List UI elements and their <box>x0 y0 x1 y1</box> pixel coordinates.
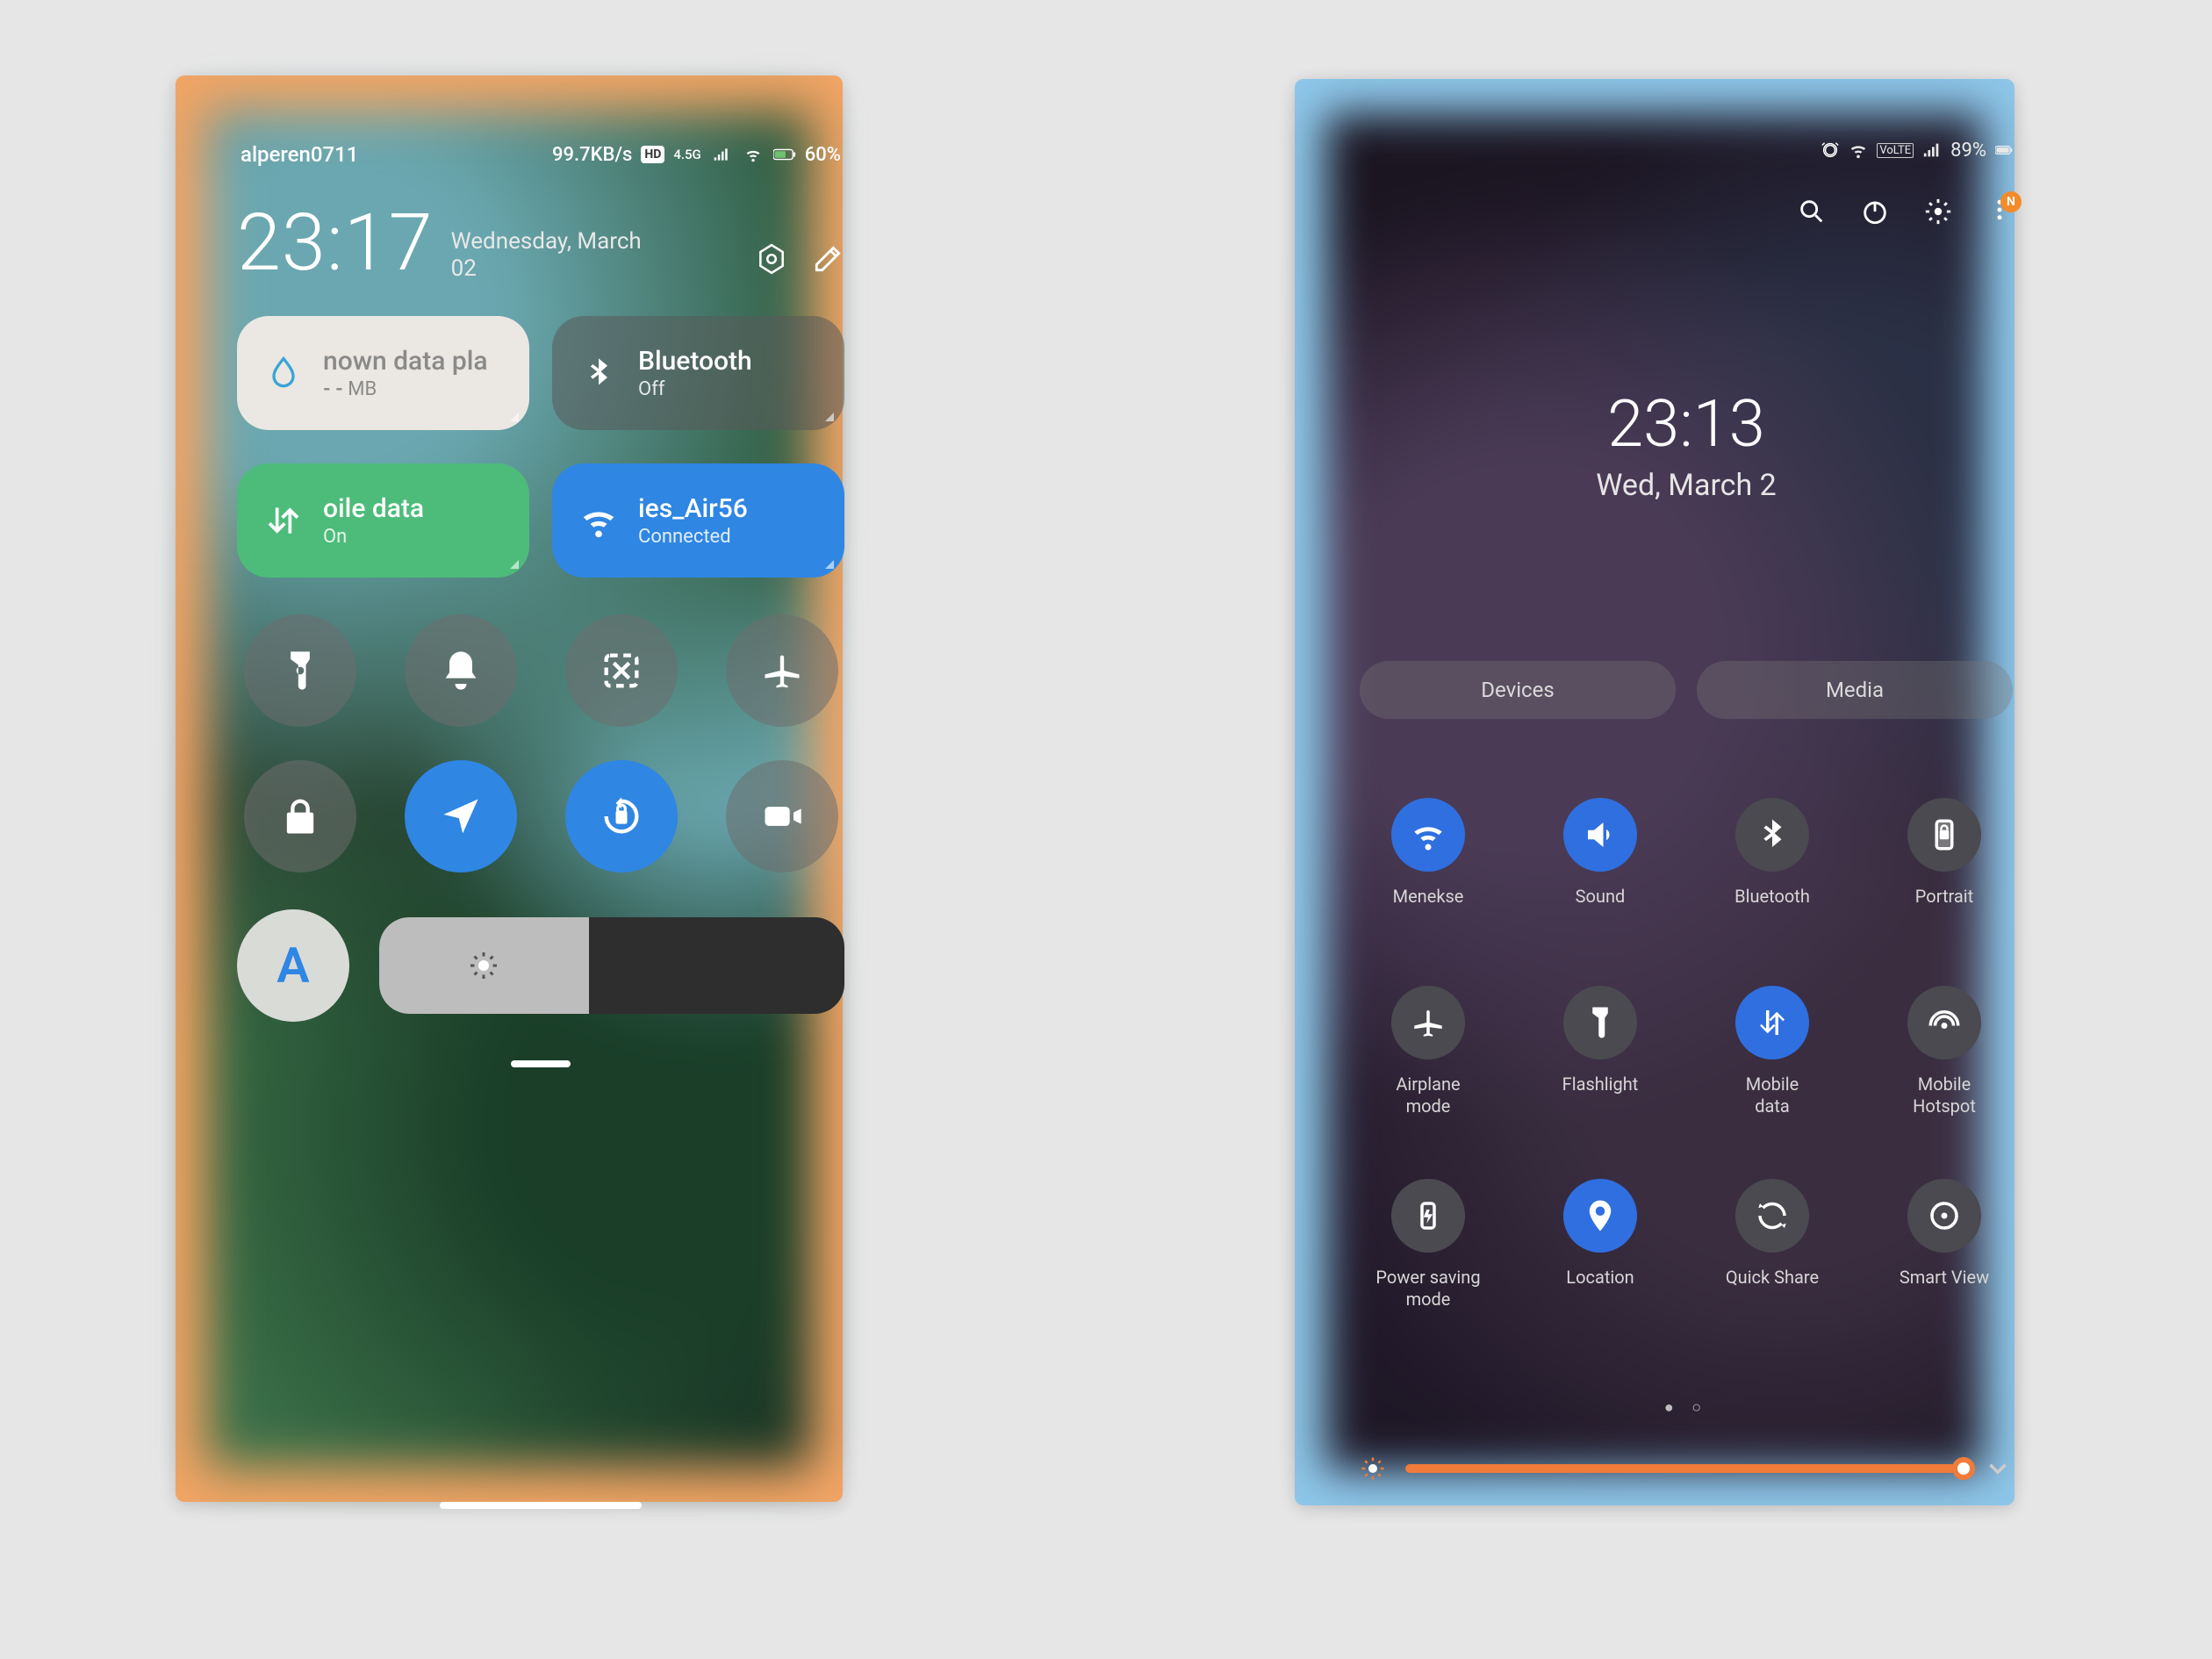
status-bar: alperen0711 99.7KB/s HD 4.5G 60% <box>237 111 844 198</box>
wifi-icon <box>1391 798 1465 872</box>
portrait-icon <box>1907 798 1981 872</box>
toggle-hotspot[interactable]: MobileHotspot <box>1878 986 2010 1117</box>
network-gen: 4.5G <box>673 147 700 162</box>
bluetooth-icon <box>1735 798 1809 872</box>
toggle-label: Quick Share <box>1726 1267 1819 1305</box>
settings-hex-icon[interactable] <box>755 242 788 276</box>
screen-record-toggle[interactable] <box>726 760 838 873</box>
chevron-down-icon[interactable] <box>1983 1454 2013 1483</box>
media-button[interactable]: Media <box>1697 661 2013 719</box>
toggle-location[interactable]: Location <box>1534 1179 1666 1311</box>
dnd-toggle[interactable] <box>405 614 517 727</box>
toggle-sound[interactable]: Sound <box>1534 798 1666 924</box>
clock-date: Wednesday, March 02 <box>451 228 737 283</box>
status-bar: VoLTE 89% <box>1360 114 2013 186</box>
airplane-toggle[interactable] <box>726 614 838 727</box>
alarm-icon <box>1821 140 1840 160</box>
toggle-powersave[interactable]: Power savingmode <box>1362 1179 1494 1311</box>
overflow-menu[interactable]: N <box>1986 195 2013 228</box>
phone-frame-miui: alperen0711 99.7KB/s HD 4.5G 60% 23:17 W… <box>176 75 843 1502</box>
wifi-tile-sub: Connected <box>638 526 748 548</box>
toggle-flashlight[interactable]: Flashlight <box>1534 986 1666 1117</box>
battery-percent: 60% <box>805 144 841 166</box>
volte-label: VoLTE <box>1877 143 1914 158</box>
wifi-status-icon <box>1849 140 1868 160</box>
wifi-tile[interactable]: ies_Air56 Connected <box>552 463 844 578</box>
lock-toggle[interactable] <box>244 760 356 873</box>
data-usage-tile[interactable]: nown data pla - - MB <box>237 316 529 430</box>
brightness-icon <box>1360 1455 1386 1482</box>
notification-badge: N <box>2000 191 2022 212</box>
toggle-label: MobileHotspot <box>1913 1074 1976 1117</box>
data-tile-title: nown data pla <box>323 346 488 377</box>
airplane-icon <box>1391 986 1465 1059</box>
signal-icon <box>710 146 733 163</box>
wifi-tile-title: ies_Air56 <box>638 493 748 524</box>
toggle-label: Portrait <box>1915 886 1973 924</box>
page-indicator[interactable]: ● ○ <box>1360 1398 2013 1417</box>
toggle-wifi[interactable]: Menekse <box>1362 798 1494 924</box>
gear-icon[interactable] <box>1923 197 1953 226</box>
clock-time: 23:17 <box>237 204 434 283</box>
toggle-label: Bluetooth <box>1734 886 1810 924</box>
powersave-icon <box>1391 1179 1465 1253</box>
battery-icon <box>1995 144 2013 156</box>
mobile-tile-title: oile data <box>323 493 424 524</box>
bt-tile-title: Bluetooth <box>638 346 752 377</box>
toggle-label: Mobiledata <box>1746 1074 1799 1117</box>
toggle-label: Menekse <box>1393 886 1464 924</box>
screenshot-toggle[interactable] <box>565 614 678 727</box>
mobile-data-tile[interactable]: oile data On <box>237 463 529 578</box>
search-icon[interactable] <box>1797 197 1827 226</box>
hotspot-icon <box>1907 986 1981 1059</box>
toggle-label: Power savingmode <box>1375 1267 1480 1311</box>
toggle-label: Airplanemode <box>1396 1074 1460 1117</box>
toggle-label: Sound <box>1576 886 1626 924</box>
hd-badge-icon: HD <box>641 146 664 163</box>
flashlight-icon <box>1563 986 1637 1059</box>
bluetooth-tile[interactable]: Bluetooth Off <box>552 316 844 430</box>
flashlight-toggle[interactable] <box>244 614 356 727</box>
battery-percent: 89% <box>1950 140 1986 162</box>
power-icon[interactable] <box>1860 197 1890 226</box>
signal-icon <box>1922 140 1942 160</box>
status-speed: 99.7KB/s <box>552 144 632 166</box>
toggle-label: Location <box>1566 1267 1634 1305</box>
toggle-quickshare[interactable]: Quick Share <box>1706 1179 1838 1311</box>
smartview-icon <box>1907 1179 1981 1253</box>
bt-tile-sub: Off <box>638 378 752 400</box>
auto-brightness-toggle[interactable]: A <box>237 909 349 1022</box>
toggle-portrait[interactable]: Portrait <box>1878 798 2010 924</box>
rotation-lock-toggle[interactable] <box>565 760 678 873</box>
battery-icon <box>773 146 796 163</box>
location-toggle[interactable] <box>405 760 517 873</box>
location-icon <box>1563 1179 1637 1253</box>
brightness-icon <box>468 950 499 981</box>
devices-button[interactable]: Devices <box>1360 661 1676 719</box>
toggle-airplane[interactable]: Airplanemode <box>1362 986 1494 1117</box>
toggle-mobiledata[interactable]: Mobiledata <box>1706 986 1838 1117</box>
toggle-label: Smart View <box>1900 1267 1989 1305</box>
toggle-label: Flashlight <box>1562 1074 1639 1112</box>
mobiledata-icon <box>1735 986 1809 1059</box>
toggle-smartview[interactable]: Smart View <box>1878 1179 2010 1311</box>
wifi-icon <box>742 146 765 163</box>
mobile-tile-sub: On <box>323 526 424 548</box>
brightness-slider[interactable] <box>1405 1464 1964 1473</box>
panel-handle[interactable] <box>511 1060 571 1067</box>
status-user: alperen0711 <box>241 142 358 167</box>
data-tile-sub: - - MB <box>323 378 488 400</box>
phone-frame-oneui: VoLTE 89% N 23:13 Wed, March 2 Devices M… <box>1295 79 2014 1505</box>
toggle-bluetooth[interactable]: Bluetooth <box>1706 798 1838 924</box>
clock-date: Wed, March 2 <box>1360 468 2013 503</box>
sound-icon <box>1563 798 1637 872</box>
edit-icon[interactable] <box>811 242 844 276</box>
quickshare-icon <box>1735 1179 1809 1253</box>
nav-handle[interactable] <box>440 1502 642 1509</box>
clock-time: 23:13 <box>1360 386 2013 463</box>
brightness-slider[interactable] <box>379 917 844 1014</box>
